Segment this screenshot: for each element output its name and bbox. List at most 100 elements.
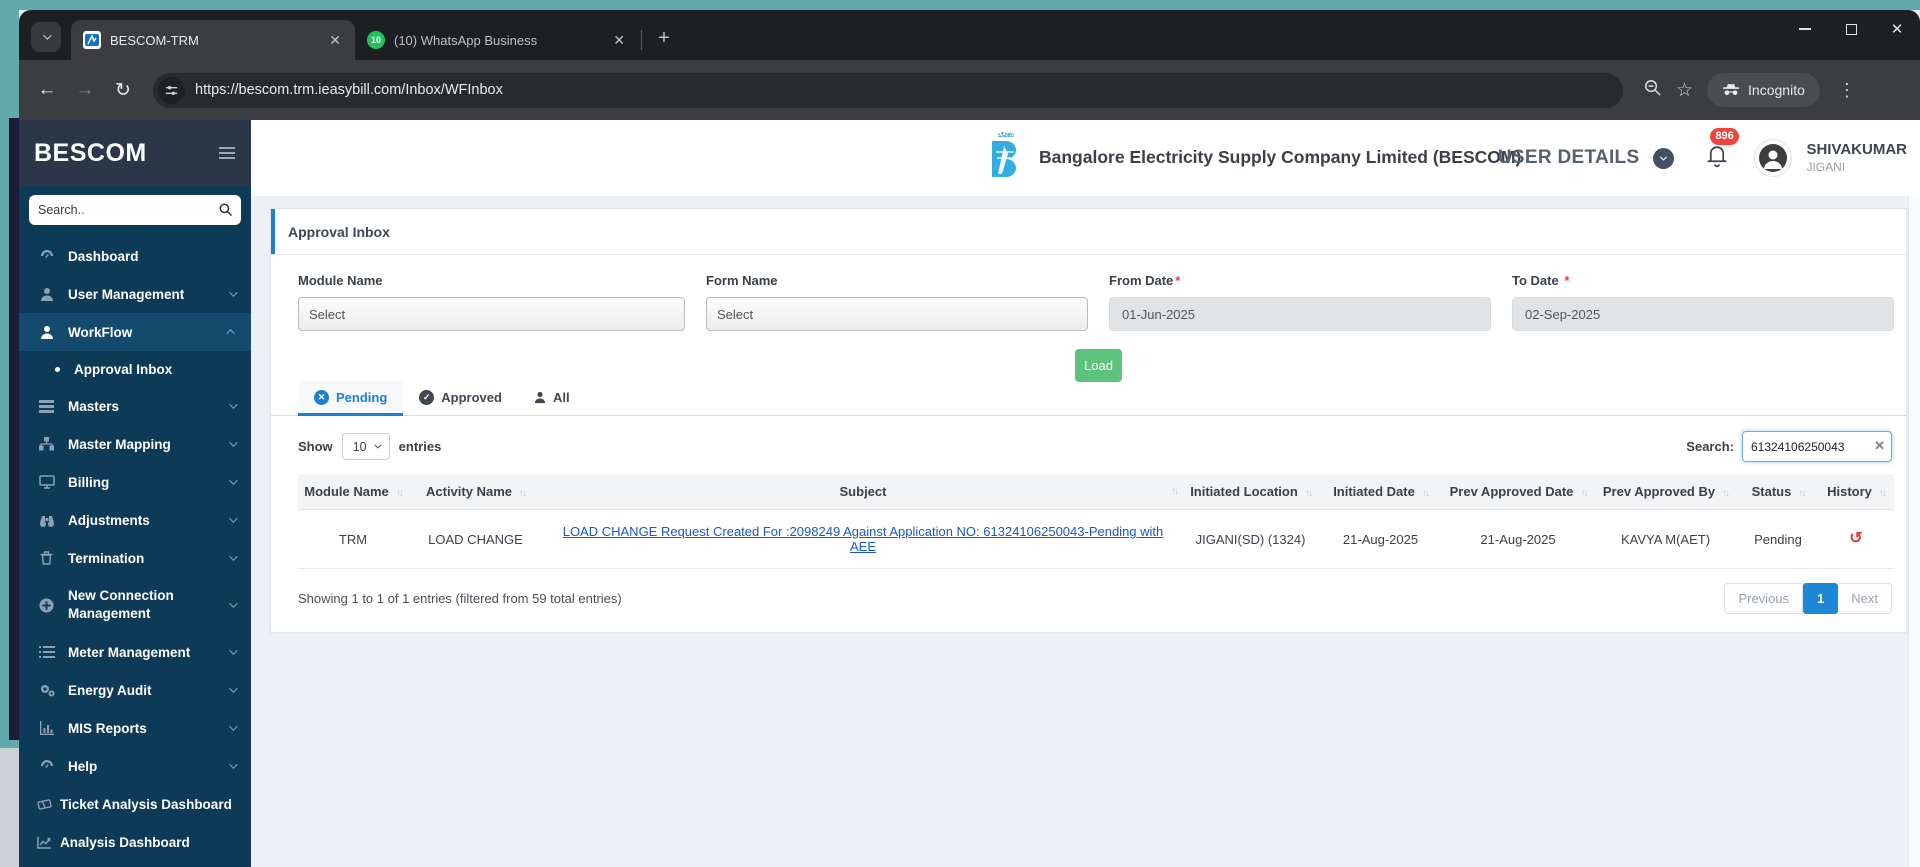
new-tab-button[interactable]: + — [650, 24, 678, 52]
module-name-select[interactable]: Select — [298, 297, 685, 331]
next-page-button[interactable]: Next — [1838, 583, 1892, 614]
avatar[interactable] — [1754, 139, 1793, 177]
sidebar-item-workflow[interactable]: WorkFlow — [19, 313, 251, 351]
person-icon — [534, 391, 546, 404]
sidebar-item-ticket-analysis[interactable]: Ticket Analysis Dashboard — [19, 785, 251, 823]
close-window-button[interactable]: ✕ — [1874, 10, 1920, 48]
col-status[interactable]: Status ↑↓ — [1738, 474, 1818, 510]
tab-all[interactable]: All — [518, 381, 586, 415]
zoom-icon[interactable] — [1643, 78, 1662, 102]
page-size-select[interactable]: 10 — [341, 433, 390, 460]
maximize-button[interactable] — [1828, 10, 1874, 48]
from-date-label: From Date * — [1109, 273, 1181, 288]
form-name-select[interactable]: Select — [706, 297, 1088, 331]
sidebar-item-dashboard[interactable]: Dashboard — [19, 237, 251, 275]
address-bar[interactable]: https://bescom.trm.ieasybill.com/Inbox/W… — [153, 72, 1623, 108]
from-date-input[interactable]: 01-Jun-2025 — [1109, 297, 1491, 331]
col-history[interactable]: History ↑↓ — [1818, 474, 1894, 510]
sort-icon: ↑↓ — [1722, 488, 1730, 499]
sidebar-item-help[interactable]: Help — [19, 747, 251, 785]
tab-approved[interactable]: ✓ Approved — [403, 381, 518, 415]
cell-status: Pending — [1738, 509, 1818, 569]
site-settings-icon[interactable] — [158, 76, 185, 104]
sidebar-item-masters[interactable]: Masters — [19, 387, 251, 425]
notifications[interactable]: 896 — [1704, 128, 1739, 174]
bescom-logo-art — [992, 141, 1016, 177]
user-details-chevron[interactable] — [1653, 147, 1675, 169]
col-activity-name[interactable]: Activity Name ↑↓ — [408, 474, 543, 510]
sidebar-item-billing[interactable]: Billing — [19, 463, 251, 501]
card-header: Approval Inbox — [271, 209, 1906, 255]
tab-strip: BESCOM-TRM ✕ 10 (10) WhatsApp Business ✕… — [19, 10, 1920, 60]
main-area: ಬೆವಿಕಂ Bangalore Electricity Supply Comp… — [251, 120, 1920, 867]
sidebar-item-approval-inbox[interactable]: Approval Inbox — [19, 351, 251, 387]
to-date-label: To Date * — [1512, 273, 1570, 288]
entries-info: Showing 1 to 1 of 1 entries (filtered fr… — [298, 591, 622, 606]
chevron-down-icon — [229, 684, 238, 693]
tab-bescom-trm[interactable]: BESCOM-TRM ✕ — [71, 20, 355, 60]
tab-pending[interactable]: ✕ Pending — [298, 381, 404, 416]
close-icon[interactable]: ✕ — [609, 32, 629, 49]
show-label: Show — [298, 439, 333, 454]
tab-divider — [641, 30, 642, 50]
page-content: Approval Inbox Module Name Select Form N… — [251, 196, 1920, 867]
user-icon — [38, 325, 55, 340]
col-module-name[interactable]: Module Name ↑↓ — [298, 474, 408, 510]
user-icon — [38, 287, 55, 302]
sidebar-item-new-connection[interactable]: New Connection Management — [19, 577, 251, 633]
load-button[interactable]: Load — [1075, 349, 1122, 382]
col-subject[interactable]: Subject ↑↓ — [543, 474, 1183, 510]
sort-icon: ↑↓ — [1798, 488, 1806, 499]
minimize-button[interactable] — [1782, 10, 1828, 48]
forward-button[interactable]: → — [69, 74, 101, 106]
col-initiated-location[interactable]: Initiated Location ↑↓ — [1183, 474, 1318, 510]
col-prev-approved-date[interactable]: Prev Approved Date ↑↓ — [1443, 474, 1593, 510]
bookmark-icon[interactable]: ☆ — [1676, 79, 1693, 102]
sidebar-item-mis-reports[interactable]: MIS Reports — [19, 709, 251, 747]
sidebar-item-adjustments[interactable]: Adjustments — [19, 501, 251, 539]
to-date-input[interactable]: 02-Sep-2025 — [1512, 297, 1894, 331]
line-chart-icon — [36, 836, 53, 849]
app-header: ಬೆವಿಕಂ Bangalore Electricity Supply Comp… — [251, 120, 1920, 196]
clear-search-icon[interactable]: ✕ — [1874, 438, 1885, 454]
notification-badge: 896 — [1710, 128, 1739, 145]
scrollbar-track[interactable] — [1908, 196, 1920, 867]
sidebar-item-energy-audit[interactable]: Energy Audit — [19, 671, 251, 709]
sort-icon: ↑↓ — [1580, 488, 1588, 499]
col-initiated-date[interactable]: Initiated Date ↑↓ — [1318, 474, 1443, 510]
back-button[interactable]: ← — [31, 74, 63, 106]
page-size-control: Show 10 entries — [298, 433, 441, 460]
filter-row: Module Name Select Form Name Select From… — [271, 255, 1906, 331]
bell-icon — [1708, 146, 1727, 168]
required-asterisk: * — [1564, 273, 1570, 288]
reload-button[interactable]: ↻ — [107, 74, 139, 106]
history-icon[interactable]: ↺ — [1849, 530, 1862, 547]
tab-search-button[interactable] — [31, 22, 61, 52]
previous-page-button[interactable]: Previous — [1724, 583, 1804, 614]
table-search-input[interactable] — [1742, 431, 1892, 462]
bar-chart-icon — [38, 721, 55, 735]
sidebar-item-analysis-dashboard[interactable]: Analysis Dashboard — [19, 823, 251, 861]
search-icon[interactable] — [218, 202, 233, 222]
browser-window: BESCOM-TRM ✕ 10 (10) WhatsApp Business ✕… — [19, 10, 1920, 867]
col-prev-approved-by[interactable]: Prev Approved By ↑↓ — [1593, 474, 1738, 510]
page-title: Approval Inbox — [288, 223, 390, 240]
user-name: SHIVAKUMAR — [1806, 141, 1907, 159]
sidebar-search-input[interactable] — [29, 195, 241, 225]
person-icon — [1759, 144, 1788, 172]
sidebar-item-meter-management[interactable]: Meter Management — [19, 633, 251, 671]
chevron-down-icon — [229, 438, 238, 447]
subject-link[interactable]: LOAD CHANGE Request Created For :2098249… — [563, 524, 1164, 554]
user-details-label[interactable]: USER DETAILS — [1498, 147, 1640, 169]
sidebar-item-termination[interactable]: Termination — [19, 539, 251, 577]
tab-whatsapp[interactable]: 10 (10) WhatsApp Business ✕ — [355, 20, 639, 60]
close-icon[interactable]: ✕ — [325, 32, 345, 49]
hamburger-icon[interactable] — [219, 147, 235, 159]
sidebar-item-user-management[interactable]: User Management — [19, 275, 251, 313]
desktop-left-bottom — [0, 748, 19, 867]
required-asterisk: * — [1175, 273, 1181, 288]
browser-menu-icon[interactable]: ⋮ — [1834, 80, 1860, 101]
sidebar-item-master-mapping[interactable]: Master Mapping — [19, 425, 251, 463]
sort-icon: ↑↓ — [518, 488, 527, 499]
page-1-button[interactable]: 1 — [1803, 583, 1839, 614]
